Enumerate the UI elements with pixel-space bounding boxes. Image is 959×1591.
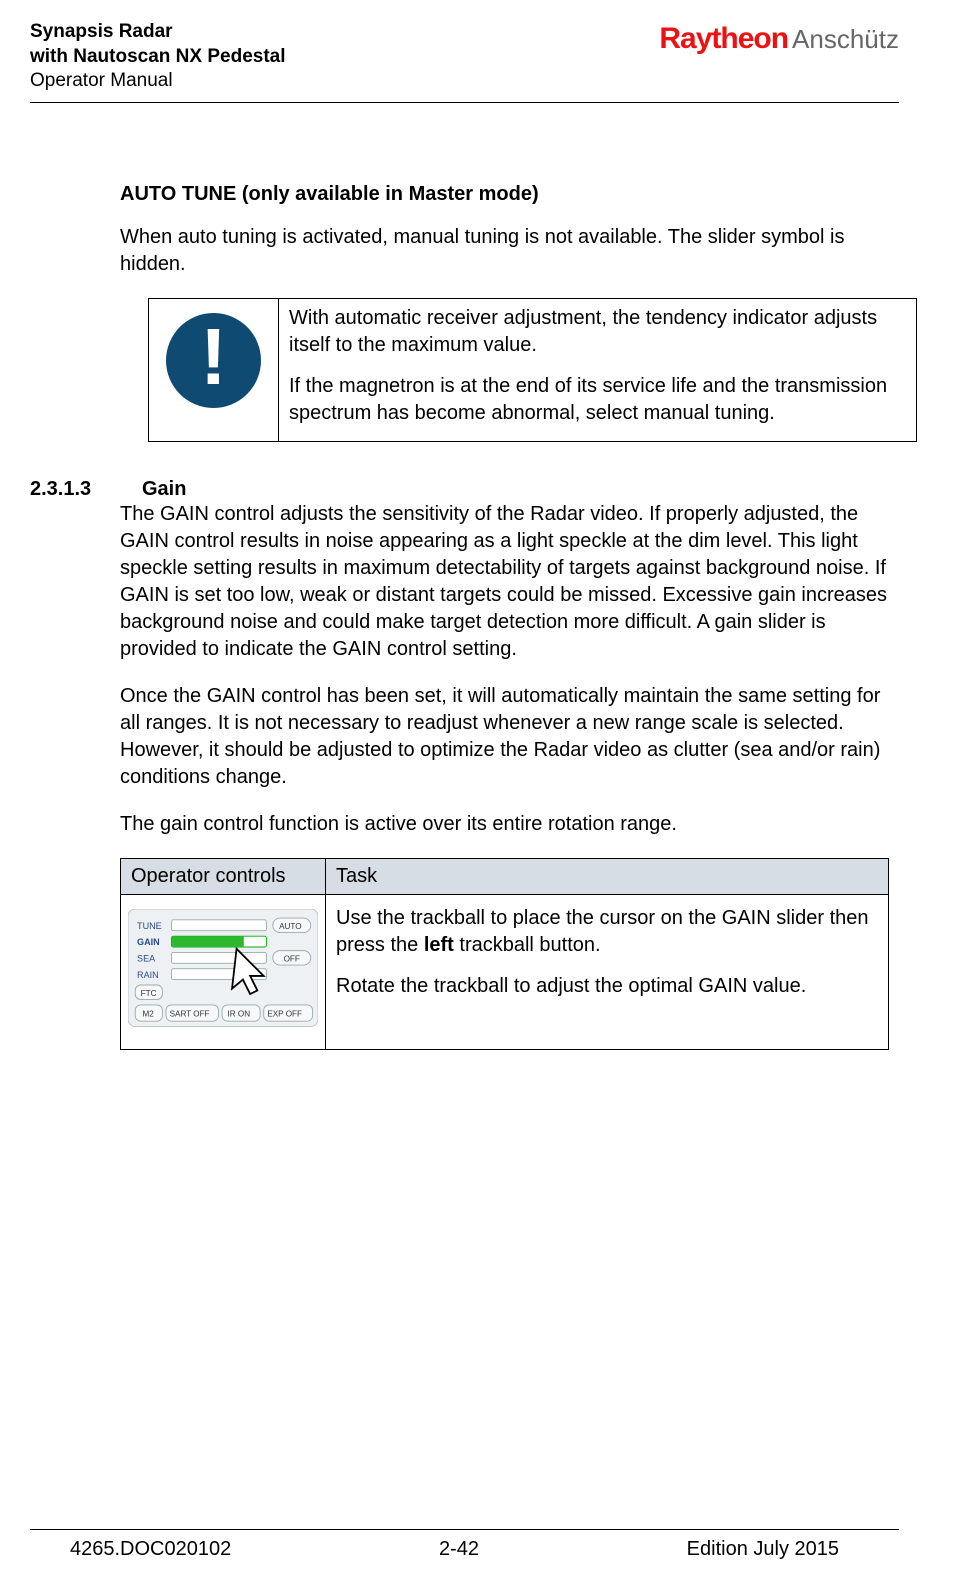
notice-text-cell: With automatic receiver adjustment, the … xyxy=(279,299,917,442)
header-line-3: Operator Manual xyxy=(30,69,286,94)
header-title-block: Synapsis Radar with Nautoscan NX Pedesta… xyxy=(30,20,286,94)
notice-box: With automatic receiver adjustment, the … xyxy=(148,298,917,442)
header-line-1: Synapsis Radar xyxy=(30,20,286,45)
mandatory-action-icon xyxy=(166,313,261,408)
autotune-heading: AUTO TUNE (only available in Master mode… xyxy=(120,183,889,206)
table-header-task: Task xyxy=(326,859,889,895)
notice-text-1: With automatic receiver adjustment, the … xyxy=(289,305,906,359)
svg-text:SEA: SEA xyxy=(137,954,155,964)
radar-panel-image: TUNE AUTO GAIN SEA OFF xyxy=(128,909,318,1027)
footer-rule xyxy=(30,1529,899,1530)
autotune-para-1: When auto tuning is activated, manual tu… xyxy=(120,224,889,278)
task-cell: Use the trackball to place the cursor on… xyxy=(326,895,889,1050)
header-line-2: with Nautoscan NX Pedestal xyxy=(30,45,286,70)
svg-text:GAIN: GAIN xyxy=(137,937,160,947)
svg-text:SART OFF: SART OFF xyxy=(170,1010,210,1019)
anschutz-logo: Anschütz xyxy=(792,24,899,55)
svg-text:IR ON: IR ON xyxy=(228,1010,251,1019)
footer-doc-number: 4265.DOC020102 xyxy=(70,1538,231,1561)
raytheon-logo: Raytheon xyxy=(659,22,788,56)
svg-text:FTC: FTC xyxy=(141,989,157,998)
table-header-operator-controls: Operator controls xyxy=(121,859,326,895)
section-number: 2.3.1.3 xyxy=(30,478,100,501)
svg-text:EXP OFF: EXP OFF xyxy=(267,1010,302,1019)
notice-text-2: If the magnetron is at the end of its se… xyxy=(289,373,906,427)
page-content: AUTO TUNE (only available in Master mode… xyxy=(30,103,899,1050)
brand-logo: Raytheon Anschütz xyxy=(659,20,899,56)
svg-text:OFF: OFF xyxy=(284,955,300,964)
section-title: Gain xyxy=(142,478,186,501)
svg-text:AUTO: AUTO xyxy=(279,922,301,931)
gain-para-1: The GAIN control adjusts the sensitivity… xyxy=(120,501,889,663)
operator-controls-table: Operator controls Task TUNE AUTO GAIN xyxy=(120,858,889,1050)
panel-tune-label: TUNE xyxy=(137,921,162,931)
operator-controls-cell: TUNE AUTO GAIN SEA OFF xyxy=(121,895,326,1050)
gain-para-3: The gain control function is active over… xyxy=(120,811,889,838)
svg-text:M2: M2 xyxy=(142,1010,154,1019)
notice-icon-cell xyxy=(149,299,279,442)
footer-edition: Edition July 2015 xyxy=(687,1538,839,1561)
task-step-2: Rotate the trackball to adjust the optim… xyxy=(336,973,878,1000)
section-heading-row: 2.3.1.3 Gain xyxy=(120,478,889,501)
page-header: Synapsis Radar with Nautoscan NX Pedesta… xyxy=(30,20,899,94)
svg-text:RAIN: RAIN xyxy=(137,970,159,980)
page-footer: 4265.DOC020102 2-42 Edition July 2015 xyxy=(30,1529,899,1561)
footer-page-number: 2-42 xyxy=(439,1538,479,1561)
task-step-1: Use the trackball to place the cursor on… xyxy=(336,905,878,959)
gain-para-2: Once the GAIN control has been set, it w… xyxy=(120,683,889,791)
